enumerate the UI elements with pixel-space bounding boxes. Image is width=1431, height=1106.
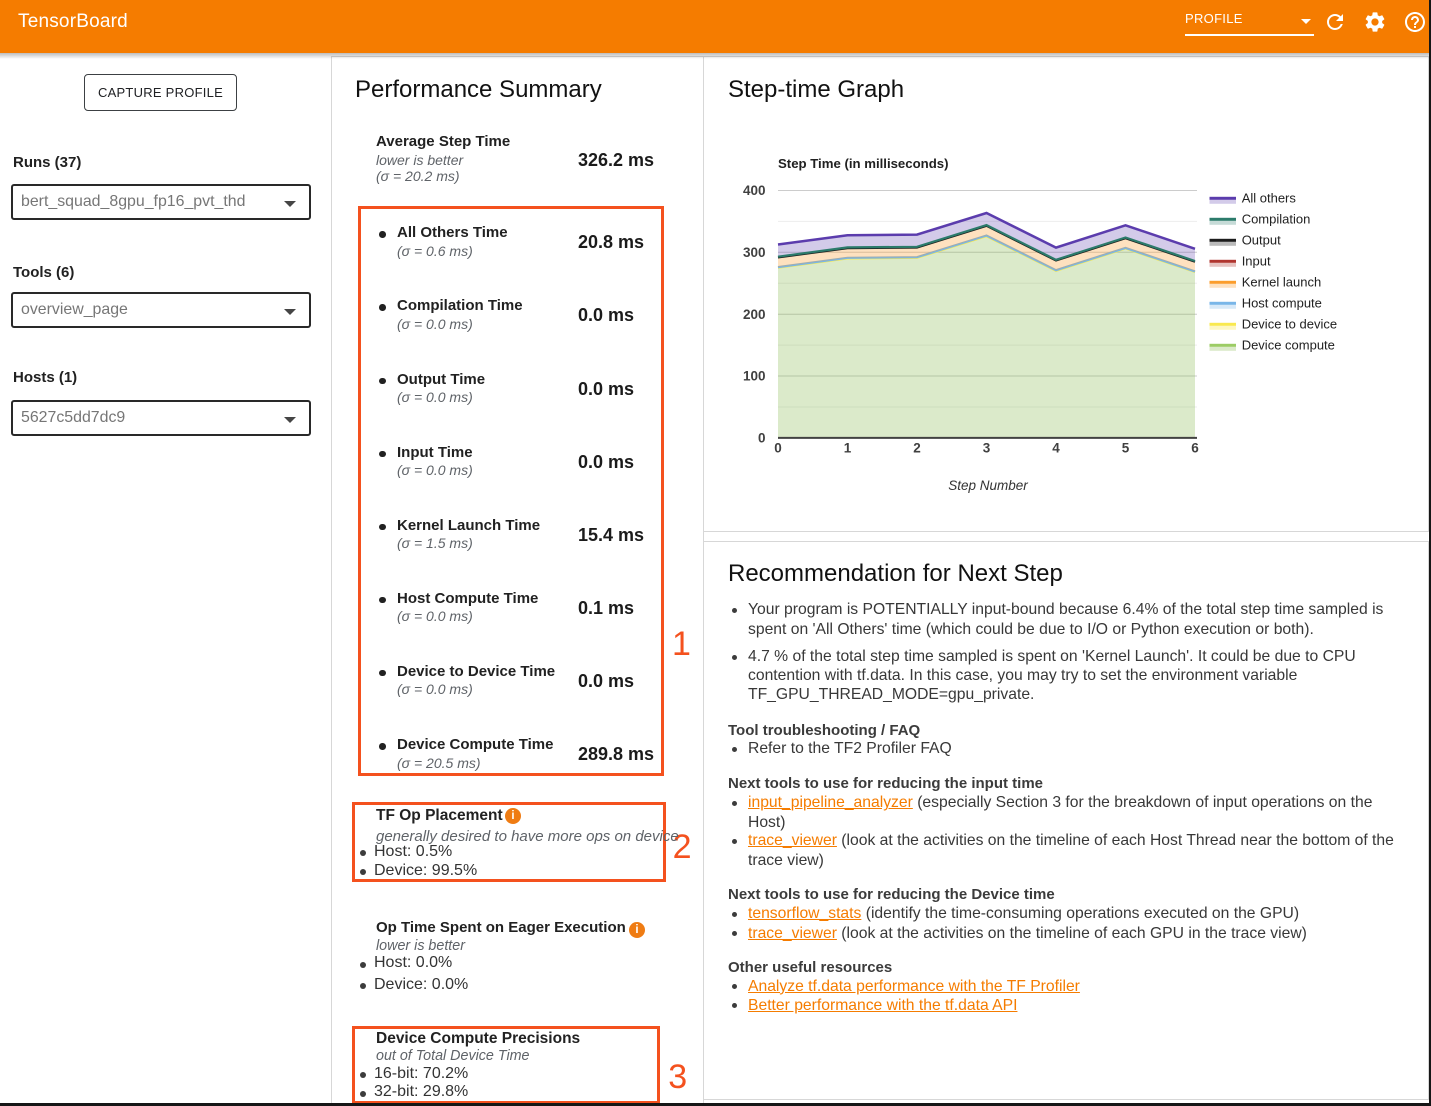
- svg-text:Device to device: Device to device: [1242, 316, 1337, 331]
- svg-text:0: 0: [774, 441, 782, 456]
- svg-text:Compilation: Compilation: [1242, 211, 1311, 226]
- svg-text:Output: Output: [1242, 232, 1281, 247]
- svg-text:6: 6: [1191, 441, 1199, 456]
- svg-text:100: 100: [743, 369, 766, 384]
- svg-text:Input: Input: [1242, 253, 1271, 268]
- svg-text:1: 1: [844, 441, 852, 456]
- svg-text:Step Time (in milliseconds): Step Time (in milliseconds): [778, 156, 949, 171]
- svg-text:Device compute: Device compute: [1242, 337, 1335, 352]
- svg-text:3: 3: [983, 441, 991, 456]
- svg-text:Host compute: Host compute: [1242, 295, 1322, 310]
- svg-text:5: 5: [1122, 441, 1130, 456]
- svg-text:300: 300: [743, 245, 766, 260]
- svg-text:2: 2: [913, 441, 921, 456]
- svg-text:4: 4: [1052, 441, 1060, 456]
- svg-text:All others: All others: [1242, 190, 1297, 205]
- svg-text:0: 0: [758, 431, 766, 446]
- svg-text:Step Number: Step Number: [948, 478, 1028, 493]
- svg-text:Kernel launch: Kernel launch: [1242, 274, 1322, 289]
- svg-text:200: 200: [743, 307, 766, 322]
- svg-text:400: 400: [743, 183, 766, 198]
